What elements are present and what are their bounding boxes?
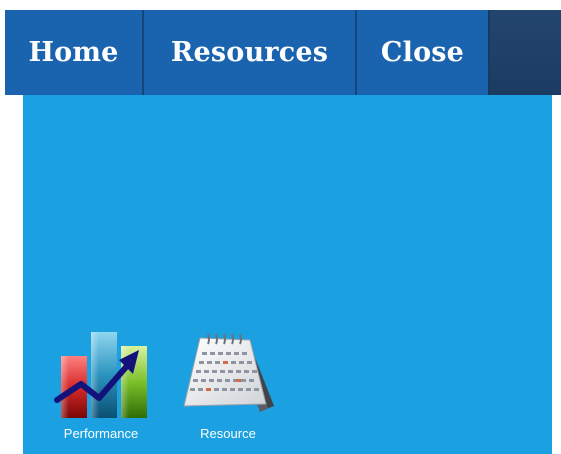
tab-home[interactable]: Home <box>5 10 144 95</box>
performance-label: Performance <box>63 426 139 441</box>
top-navigation-bar: Home Resources Close <box>5 10 561 95</box>
desktop-panel: Performance Resource <box>23 95 552 454</box>
tab-resources[interactable]: Resources <box>144 10 357 95</box>
tab-close[interactable]: Close <box>357 10 490 95</box>
performance-shortcut[interactable]: Performance <box>51 323 151 441</box>
resource-label: Resource <box>200 426 256 441</box>
performance-chart-icon <box>54 332 147 418</box>
topbar-empty-area <box>490 10 561 95</box>
resource-shortcut[interactable]: Resource <box>178 323 278 441</box>
calendar-icon <box>183 333 274 412</box>
